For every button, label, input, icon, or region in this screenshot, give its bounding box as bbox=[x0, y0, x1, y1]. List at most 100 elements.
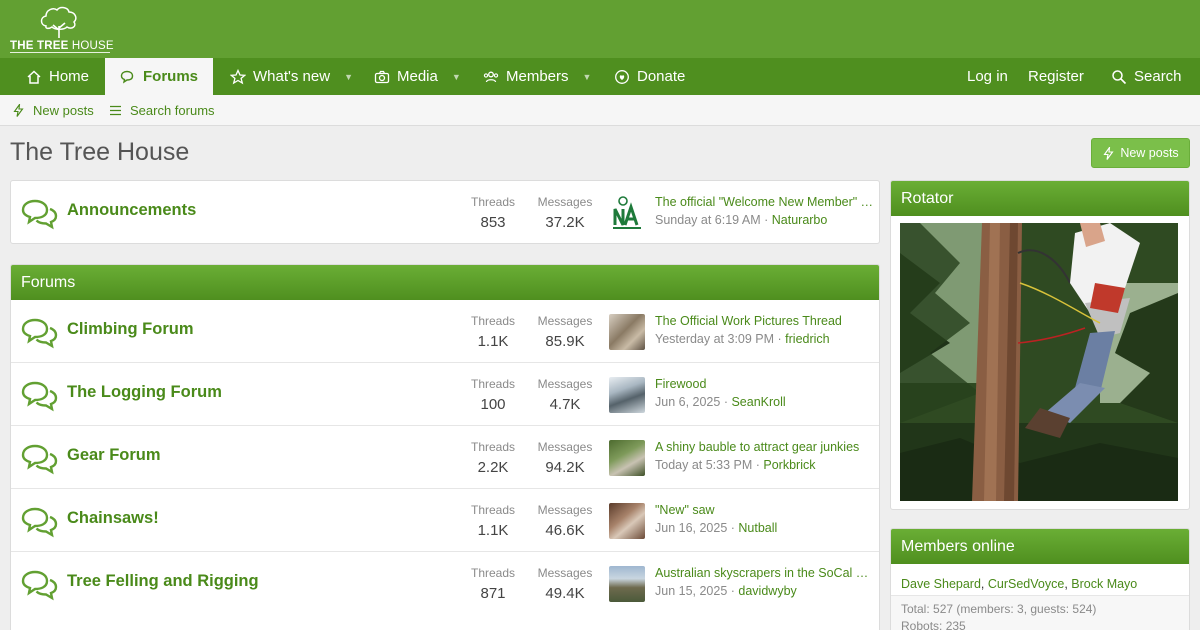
forums-block: Forums Climbing Forum Threads 1.1K Messag… bbox=[10, 264, 880, 630]
threads-label: Threads bbox=[470, 440, 516, 454]
last-post-user[interactable]: Porkbrick bbox=[763, 458, 815, 472]
login-label: Log in bbox=[967, 68, 1008, 85]
comments-icon bbox=[120, 70, 134, 84]
site-header: THE TREE HOUSE bbox=[0, 0, 1200, 58]
last-post-title[interactable]: The official "Welcome New Member" Thread bbox=[655, 195, 873, 209]
last-post-title[interactable]: Firewood bbox=[655, 377, 873, 391]
search-forums-label: Search forums bbox=[130, 102, 215, 118]
last-post-date[interactable]: Yesterday at 3:09 PM bbox=[655, 332, 774, 346]
online-robots: Robots: 235 bbox=[901, 619, 966, 630]
forum-title[interactable]: Announcements bbox=[67, 201, 196, 220]
last-post-title[interactable]: "New" saw bbox=[655, 503, 873, 517]
site-logo[interactable]: THE TREE HOUSE bbox=[10, 6, 114, 54]
last-post-meta: Jun 6, 2025 · SeanKroll bbox=[655, 395, 786, 409]
naturarbo-logo-icon bbox=[613, 196, 641, 229]
last-post-date[interactable]: Sunday at 6:19 AM bbox=[655, 213, 761, 227]
last-post-date[interactable]: Today at 5:33 PM bbox=[655, 458, 752, 472]
last-post-user[interactable]: SeanKroll bbox=[731, 395, 785, 409]
avatar[interactable] bbox=[609, 195, 645, 231]
members-online-header: Members online bbox=[891, 529, 1189, 564]
register-link[interactable]: Register bbox=[1028, 58, 1084, 95]
last-post-user[interactable]: Naturarbo bbox=[772, 213, 828, 227]
last-post-meta: Jun 15, 2025 · davidwyby bbox=[655, 584, 797, 598]
threads-count: 1.1K bbox=[477, 333, 509, 350]
search-link[interactable]: Search bbox=[1111, 58, 1182, 95]
nav-donate[interactable]: Donate bbox=[614, 58, 685, 95]
page-title: The Tree House bbox=[10, 138, 190, 166]
sub-nav: New posts Search forums bbox=[0, 95, 1200, 126]
forum-node[interactable]: The Logging Forum Threads 100 Messages 4.7… bbox=[11, 363, 879, 426]
login-link[interactable]: Log in bbox=[967, 58, 1008, 95]
avatar[interactable] bbox=[609, 377, 645, 413]
threads-count: 853 bbox=[480, 214, 506, 231]
last-post-date[interactable]: Jun 15, 2025 bbox=[655, 584, 727, 598]
forum-node[interactable]: Chainsaws! Threads 1.1K Messages 46.6K "Ne… bbox=[11, 489, 879, 552]
forum-title[interactable]: Chainsaws! bbox=[67, 509, 159, 528]
last-post-date[interactable]: Jun 6, 2025 bbox=[655, 395, 720, 409]
forum-title[interactable]: Tree Felling and Rigging bbox=[67, 572, 259, 591]
online-user[interactable]: Dave Shepard bbox=[901, 577, 981, 591]
forum-node[interactable]: Climbing Forum Threads 1.1K Messages 85.9K… bbox=[11, 300, 879, 363]
nav-members[interactable]: Members ▼ bbox=[483, 58, 591, 95]
messages-stat: Messages 37.2K bbox=[533, 195, 597, 231]
last-post-title[interactable]: A shiny bauble to attract gear junkies bbox=[655, 440, 873, 454]
nav-home[interactable]: Home bbox=[14, 58, 101, 95]
messages-label: Messages bbox=[537, 314, 593, 328]
online-user[interactable]: Brock Mayo bbox=[1071, 577, 1137, 591]
threads-label: Threads bbox=[470, 566, 516, 580]
last-post-user[interactable]: davidwyby bbox=[738, 584, 796, 598]
messages-label: Messages bbox=[537, 377, 593, 391]
last-post-title[interactable]: Australian skyscrapers in the SoCal moun… bbox=[655, 566, 873, 580]
nav-forums-label: Forums bbox=[143, 68, 199, 85]
avatar[interactable] bbox=[609, 503, 645, 539]
chevron-down-icon[interactable]: ▼ bbox=[583, 72, 592, 82]
messages-label: Messages bbox=[537, 503, 593, 517]
nav-media[interactable]: Media ▼ bbox=[374, 58, 461, 95]
threads-stat: Threads 853 bbox=[461, 195, 525, 231]
last-post-user[interactable]: Nutball bbox=[738, 521, 777, 535]
search-icon bbox=[1112, 69, 1127, 84]
nav-forums[interactable]: Forums bbox=[105, 58, 213, 95]
messages-count: 94.2K bbox=[545, 459, 585, 476]
forum-node[interactable]: Gear Forum Threads 2.2K Messages 94.2K A s… bbox=[11, 426, 879, 489]
online-user-list: Dave Shepard, CurSedVoyce, Brock Mayo bbox=[901, 577, 1138, 591]
avatar[interactable] bbox=[609, 566, 645, 602]
nav-home-label: Home bbox=[49, 68, 90, 85]
search-forums-link[interactable]: Search forums bbox=[109, 95, 215, 125]
donate-icon bbox=[615, 69, 629, 84]
forum-title[interactable]: The Logging Forum bbox=[67, 383, 222, 402]
last-post-user[interactable]: friedrich bbox=[785, 332, 829, 346]
new-posts-button[interactable]: New posts bbox=[1091, 138, 1190, 168]
members-online-title[interactable]: Members online bbox=[901, 538, 1015, 556]
forum-title[interactable]: Climbing Forum bbox=[67, 320, 194, 339]
avatar[interactable] bbox=[609, 440, 645, 476]
last-post-date[interactable]: Jun 16, 2025 bbox=[655, 521, 727, 535]
forums-heading[interactable]: Forums bbox=[21, 274, 75, 292]
chevron-down-icon[interactable]: ▼ bbox=[452, 72, 461, 82]
register-label: Register bbox=[1028, 68, 1084, 85]
rotator-title: Rotator bbox=[901, 189, 954, 207]
messages-count: 4.7K bbox=[549, 396, 581, 413]
forum-node[interactable]: Announcements Threads 853 Messages 37.2K… bbox=[11, 181, 879, 243]
new-posts-link[interactable]: New posts bbox=[12, 95, 94, 125]
new-posts-button-label: New posts bbox=[1120, 146, 1179, 160]
forum-chat-icon bbox=[21, 318, 58, 349]
avatar[interactable] bbox=[609, 314, 645, 350]
bolt-icon bbox=[13, 103, 24, 117]
forum-chat-icon bbox=[21, 570, 58, 601]
online-user[interactable]: CurSedVoyce bbox=[988, 577, 1064, 591]
rotator-widget: Rotator bbox=[890, 180, 1190, 510]
last-post-meta: Jun 16, 2025 · Nutball bbox=[655, 521, 778, 535]
online-total: Total: 527 (members: 3, guests: 524) bbox=[901, 602, 1097, 616]
forum-node[interactable]: Tree Felling and Rigging Threads 871 Mess… bbox=[11, 552, 879, 615]
rotator-image[interactable] bbox=[900, 223, 1178, 501]
rotator-header: Rotator bbox=[891, 181, 1189, 216]
forum-title[interactable]: Gear Forum bbox=[67, 446, 161, 465]
threads-count: 100 bbox=[480, 396, 506, 413]
nav-whats-new[interactable]: What's new ▼ bbox=[230, 58, 353, 95]
messages-stat: Messages 49.4K bbox=[533, 566, 597, 602]
chevron-down-icon[interactable]: ▼ bbox=[344, 72, 353, 82]
messages-count: 49.4K bbox=[545, 585, 585, 602]
last-post-title[interactable]: The Official Work Pictures Thread bbox=[655, 314, 873, 328]
threads-count: 1.1K bbox=[477, 522, 509, 539]
